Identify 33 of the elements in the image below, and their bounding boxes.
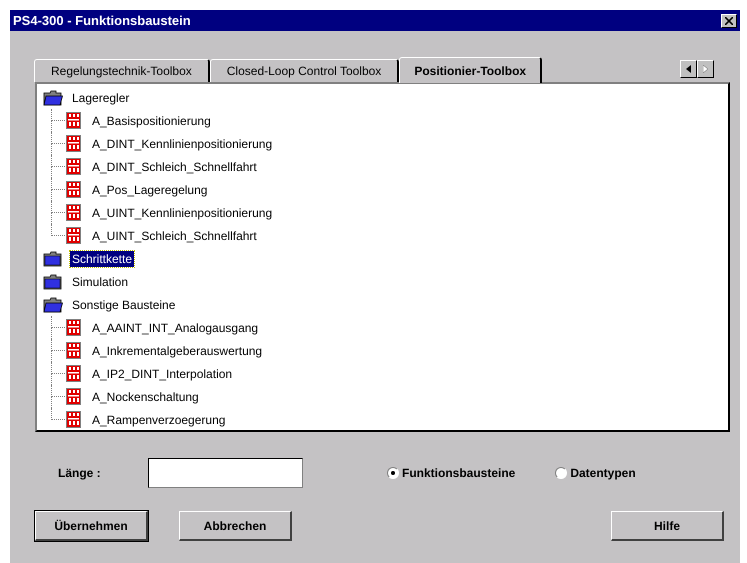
dialog-button[interactable]: Übernehmen: [35, 511, 148, 541]
length-field[interactable]: [148, 458, 303, 488]
radio-button[interactable]: [555, 467, 568, 479]
close-button[interactable]: [721, 14, 737, 28]
tree-item[interactable]: A_UINT_Schleich_Schnellfahrt: [90, 228, 259, 244]
tree-item[interactable]: A_IP2_DINT_Interpolation: [90, 366, 234, 382]
window-title: PS4-300 - Funktionsbaustein: [13, 12, 191, 30]
length-label: Länge :: [58, 465, 102, 482]
tree-item[interactable]: A_Rampenverzoegerung: [90, 412, 228, 428]
radio-button[interactable]: [387, 467, 399, 479]
tab[interactable]: Positionier-Toolbox: [399, 57, 542, 83]
tree-item[interactable]: Sonstige Bausteine: [70, 296, 178, 312]
close-icon: [725, 16, 733, 24]
tab[interactable]: Regelungstechnik-Toolbox: [34, 59, 210, 82]
tree-item[interactable]: A_DINT_Kennlinienpositionierung: [90, 136, 274, 152]
tree-item[interactable]: A_Inkrementalgeberauswertung: [90, 342, 264, 358]
tree-item[interactable]: A_Nockenschaltung: [90, 388, 201, 404]
dialog-button[interactable]: Hilfe: [611, 511, 724, 541]
tree-item[interactable]: A_UINT_Kennlinienpositionierung: [90, 204, 274, 220]
tree-item[interactable]: A_DINT_Schleich_Schnellfahrt: [90, 158, 259, 174]
tab[interactable]: Closed-Loop Control Toolbox: [210, 59, 400, 82]
right-arrow-icon: [703, 65, 708, 73]
left-arrow-icon: [686, 65, 691, 73]
radio-option[interactable]: Datentypen: [555, 464, 636, 482]
tree-item[interactable]: A_Pos_Lageregelung: [90, 182, 210, 198]
tree-item[interactable]: Lageregler: [70, 90, 132, 106]
dialog-button[interactable]: Abbrechen: [179, 511, 292, 541]
radio-option[interactable]: Funktionsbausteine: [387, 464, 516, 482]
tree-item[interactable]: Schrittkette: [70, 250, 134, 266]
scroll-left-button[interactable]: [680, 60, 697, 78]
tree-item[interactable]: A_AAINT_INT_Analogausgang: [90, 320, 260, 336]
tree-item[interactable]: A_Basispositionierung: [90, 112, 213, 128]
tree-item[interactable]: Simulation: [70, 274, 130, 290]
